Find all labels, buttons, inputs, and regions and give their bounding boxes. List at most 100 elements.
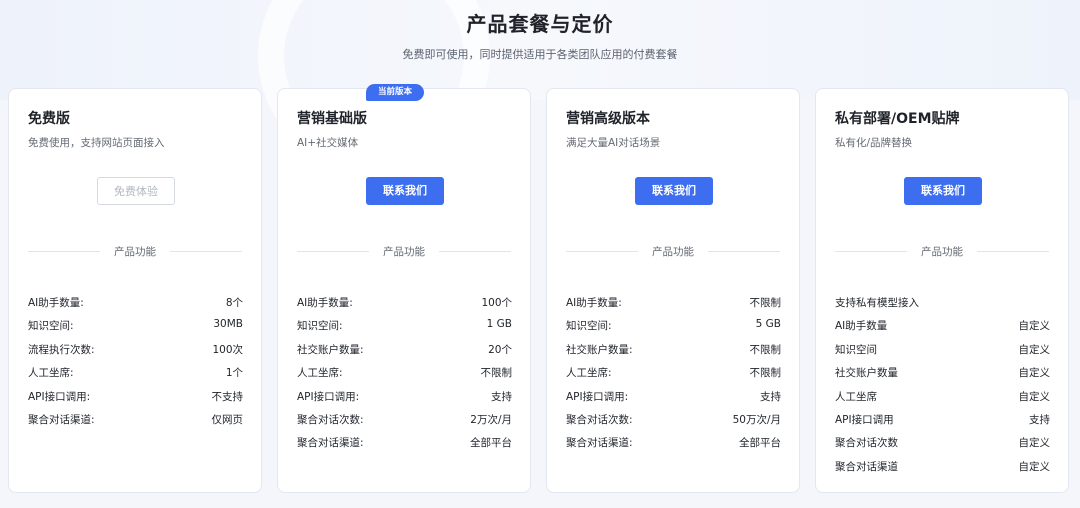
feature-row: 聚合对话渠道: 仅网页 bbox=[28, 412, 243, 435]
feature-row: 聚合对话渠道: 全部平台 bbox=[297, 435, 512, 458]
feature-row: 社交账户数量: 20个 bbox=[297, 342, 512, 365]
feature-value: 全部平台 bbox=[739, 437, 781, 450]
feature-label: 聚合对话次数: bbox=[297, 413, 364, 426]
feature-value: 不限制 bbox=[749, 367, 782, 380]
divider-line bbox=[439, 251, 511, 252]
feature-value: 100次 bbox=[212, 343, 243, 356]
feature-row: 聚合对话次数: 2万次/月 bbox=[297, 412, 512, 435]
feature-row: AI助手数量: 不限制 bbox=[566, 295, 781, 318]
feature-label: 人工坐席: bbox=[297, 367, 343, 380]
feature-value: 支持 bbox=[491, 390, 512, 403]
feature-value: 仅网页 bbox=[211, 413, 244, 426]
contact-us-button[interactable]: 联系我们 bbox=[904, 177, 982, 205]
feature-label: 知识空间: bbox=[297, 320, 343, 333]
feature-value: 不支持 bbox=[211, 390, 244, 403]
feature-row: 知识空间: 1 GB bbox=[297, 318, 512, 341]
feature-row: 知识空间 自定义 bbox=[835, 342, 1050, 365]
plan-name: 私有部署/OEM贴牌 bbox=[835, 111, 960, 127]
feature-label: AI助手数量 bbox=[835, 320, 888, 333]
feature-value: 不限制 bbox=[749, 343, 782, 356]
feature-value: 自定义 bbox=[1018, 460, 1051, 473]
feature-row: AI助手数量: 100个 bbox=[297, 295, 512, 318]
feature-label: 人工坐席: bbox=[566, 367, 612, 380]
feature-row: 知识空间: 30MB bbox=[28, 318, 243, 341]
feature-label: 聚合对话次数: bbox=[566, 413, 633, 426]
feature-value: 自定义 bbox=[1018, 343, 1051, 356]
features-divider: 产品功能 bbox=[835, 244, 1049, 258]
feature-row: API接口调用 支持 bbox=[835, 412, 1050, 435]
feature-list: AI助手数量: 不限制 知识空间: 5 GB 社交账户数量: 不限制 人工坐席: 不限制… bbox=[566, 295, 781, 459]
feature-value: 5 GB bbox=[755, 318, 781, 331]
contact-us-button[interactable]: 联系我们 bbox=[366, 177, 444, 205]
feature-row: 人工坐席: 不限制 bbox=[297, 365, 512, 388]
feature-row: 聚合对话渠道 自定义 bbox=[835, 459, 1050, 482]
feature-row: 人工坐席: 1个 bbox=[28, 365, 243, 388]
feature-label: API接口调用: bbox=[28, 390, 91, 403]
plan-card-marketing-basic: 当前版本 营销基础版 AI+社交媒体 联系我们 产品功能 AI助手数量: 100个… bbox=[277, 84, 531, 493]
feature-row: 聚合对话次数 自定义 bbox=[835, 435, 1050, 458]
feature-label: 聚合对话渠道: bbox=[566, 437, 633, 450]
feature-label: 社交账户数量: bbox=[297, 343, 364, 356]
current-version-badge: 当前版本 bbox=[366, 84, 424, 101]
features-divider: 产品功能 bbox=[566, 244, 780, 258]
feature-label: 流程执行次数: bbox=[28, 343, 95, 356]
divider-line bbox=[170, 251, 242, 252]
feature-value: 不限制 bbox=[480, 367, 513, 380]
feature-row: 知识空间: 5 GB bbox=[566, 318, 781, 341]
feature-row: AI助手数量 自定义 bbox=[835, 318, 1050, 341]
feature-label: 知识空间: bbox=[28, 320, 74, 333]
page-title: 产品套餐与定价 bbox=[466, 12, 614, 36]
feature-value: 支持 bbox=[1029, 413, 1050, 426]
feature-label: AI助手数量: bbox=[566, 297, 622, 309]
divider-line bbox=[708, 251, 780, 252]
feature-label: AI助手数量: bbox=[297, 297, 353, 309]
feature-row: 人工坐席: 不限制 bbox=[566, 365, 781, 388]
feature-label: 聚合对话渠道 bbox=[835, 460, 898, 473]
feature-label: API接口调用 bbox=[835, 413, 894, 426]
feature-label: 社交账户数量 bbox=[835, 367, 898, 380]
feature-value: 全部平台 bbox=[470, 437, 512, 450]
feature-label: AI助手数量: bbox=[28, 297, 84, 309]
feature-row: API接口调用: 不支持 bbox=[28, 389, 243, 412]
plan-name: 免费版 bbox=[28, 111, 70, 127]
plan-card-free: 免费版 免费使用，支持网站页面接入 免费体验 产品功能 AI助手数量: 8个 知识… bbox=[8, 88, 262, 493]
feature-value: 1 GB bbox=[486, 318, 512, 331]
feature-row: 社交账户数量 自定义 bbox=[835, 365, 1050, 388]
feature-label: API接口调用: bbox=[566, 390, 629, 403]
feature-value: 自定义 bbox=[1018, 437, 1051, 450]
plan-description: 免费使用，支持网站页面接入 bbox=[28, 137, 165, 149]
feature-label: 人工坐席: bbox=[28, 367, 74, 380]
feature-list: AI助手数量: 8个 知识空间: 30MB 流程执行次数: 100次 人工坐席: 1个 … bbox=[28, 295, 243, 435]
plan-description: AI+社交媒体 bbox=[297, 137, 359, 149]
feature-value: 20个 bbox=[488, 343, 512, 356]
feature-row: 聚合对话次数: 50万次/月 bbox=[566, 412, 781, 435]
feature-label: 知识空间: bbox=[566, 320, 612, 333]
features-divider: 产品功能 bbox=[28, 244, 242, 258]
features-divider: 产品功能 bbox=[297, 244, 511, 258]
feature-row: API接口调用: 支持 bbox=[566, 389, 781, 412]
feature-row: 人工坐席 自定义 bbox=[835, 389, 1050, 412]
free-trial-button[interactable]: 免费体验 bbox=[97, 177, 175, 205]
feature-row: API接口调用: 支持 bbox=[297, 389, 512, 412]
feature-value: 不限制 bbox=[749, 297, 782, 309]
feature-value: 1个 bbox=[225, 367, 243, 380]
plan-card-private-oem: 私有部署/OEM贴牌 私有化/品牌替换 联系我们 产品功能 支持私有模型接入 A… bbox=[815, 88, 1069, 493]
feature-value: 30MB bbox=[213, 318, 243, 331]
feature-label: 人工坐席 bbox=[835, 390, 877, 403]
feature-value: 自定义 bbox=[1018, 390, 1051, 403]
feature-row: 聚合对话渠道: 全部平台 bbox=[566, 435, 781, 458]
feature-value: 自定义 bbox=[1018, 367, 1051, 380]
feature-row: AI助手数量: 8个 bbox=[28, 295, 243, 318]
contact-us-button[interactable]: 联系我们 bbox=[635, 177, 713, 205]
feature-value: 8个 bbox=[225, 297, 243, 309]
feature-list: AI助手数量: 100个 知识空间: 1 GB 社交账户数量: 20个 人工坐席: 不限… bbox=[297, 295, 512, 459]
feature-label: API接口调用: bbox=[297, 390, 360, 403]
feature-value: 100个 bbox=[481, 297, 512, 309]
feature-value: 自定义 bbox=[1018, 320, 1051, 333]
feature-list: 支持私有模型接入 AI助手数量 自定义 知识空间 自定义 社交账户数量 自定义 人工坐… bbox=[835, 295, 1050, 482]
page-subtitle: 免费即可使用，同时提供适用于各类团队应用的付费套餐 bbox=[402, 48, 678, 61]
plan-card-marketing-advanced: 营销高级版本 满足大量AI对话场景 联系我们 产品功能 AI助手数量: 不限制 知… bbox=[546, 88, 800, 493]
feature-label: 知识空间 bbox=[835, 343, 877, 356]
feature-row: 支持私有模型接入 bbox=[835, 295, 1050, 318]
feature-value: 50万次/月 bbox=[732, 413, 781, 426]
